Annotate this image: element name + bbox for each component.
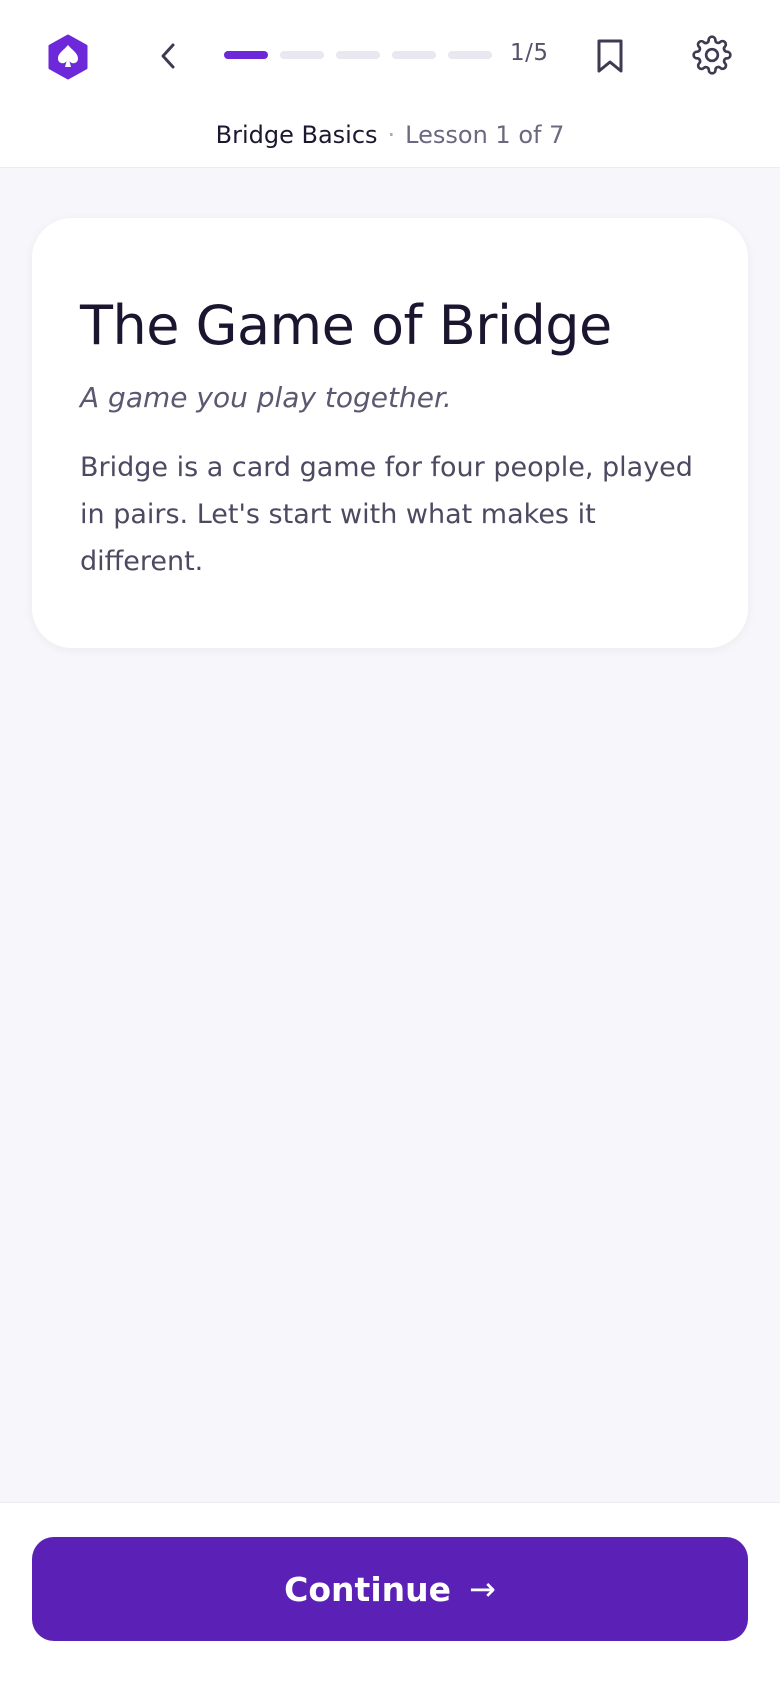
continue-label: Continue — [284, 1569, 452, 1609]
bottom-bar: Continue → — [0, 1502, 780, 1688]
arrow-right-icon: → — [469, 1570, 496, 1608]
back-button[interactable] — [148, 36, 188, 76]
progress-segment — [224, 51, 268, 59]
lesson-tagline: A game you play together. — [80, 381, 452, 414]
bookmark-button[interactable] — [590, 34, 630, 78]
app-logo-icon — [44, 33, 92, 81]
bookmark-icon — [597, 39, 623, 73]
progress-segment — [448, 51, 492, 59]
continue-button[interactable]: Continue → — [32, 1537, 748, 1641]
step-counter: 1/5 — [510, 40, 549, 66]
progress-segment — [336, 51, 380, 59]
gear-icon — [692, 35, 732, 75]
course-title: Bridge Basics — [215, 121, 378, 149]
settings-button[interactable] — [690, 33, 734, 77]
lesson-progress-bar — [224, 51, 492, 61]
progress-segment — [280, 51, 324, 59]
lesson-title: The Game of Bridge — [80, 294, 612, 357]
lesson-body: Bridge is a card game for four people, p… — [80, 452, 693, 577]
separator-dot: · — [387, 121, 396, 149]
top-bar: 1/5 Bridge Basics · Lesson 1 of 7 — [0, 0, 780, 168]
lesson-card: The Game of Bridge A game you play toget… — [32, 218, 748, 648]
lesson-position: Lesson 1 of 7 — [405, 121, 565, 149]
progress-segment — [392, 51, 436, 59]
chevron-left-icon — [161, 43, 175, 69]
lesson-subheader: Bridge Basics · Lesson 1 of 7 — [0, 120, 780, 150]
